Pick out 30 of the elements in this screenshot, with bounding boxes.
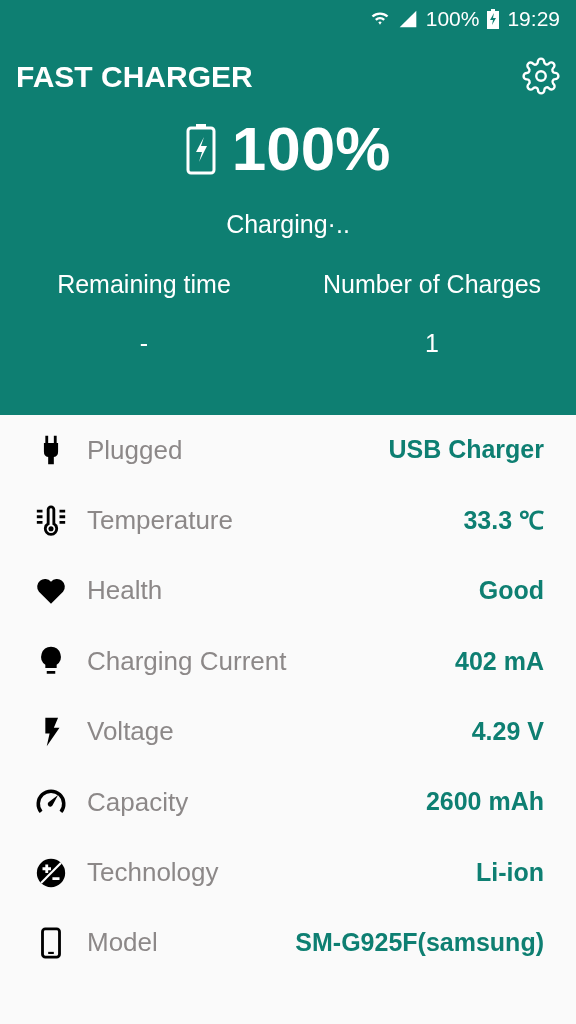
detail-label: Health xyxy=(87,574,163,608)
stat-value: - xyxy=(139,328,149,359)
charging-status: Charging·.. xyxy=(225,209,351,240)
battery-icon xyxy=(185,123,216,175)
detail-value: Li-ion xyxy=(475,856,544,888)
detail-label: Capacity xyxy=(87,785,189,819)
detail-label: Technology xyxy=(87,856,219,890)
detail-value: 402 mA xyxy=(455,645,544,677)
battery-charging-icon xyxy=(487,9,500,29)
detail-value: Good xyxy=(478,575,544,607)
settings-icon[interactable] xyxy=(522,57,560,95)
detail-value: SM-G925F(samsung) xyxy=(295,927,544,959)
detail-label: Model xyxy=(87,926,158,960)
detail-label: Voltage xyxy=(87,715,174,749)
detail-value: 33.3 ℃ xyxy=(463,504,544,536)
thermometer-icon xyxy=(34,503,68,538)
clock: 19:29 xyxy=(507,6,560,33)
detail-label: Charging Current xyxy=(87,644,287,678)
detail-value: 2600 mAh xyxy=(425,786,544,818)
stat-value: 1 xyxy=(425,328,439,359)
battery-percentage: 100% xyxy=(231,118,391,180)
stat-label: Number of Charges xyxy=(322,268,542,300)
detail-value: 4.29 V xyxy=(471,716,544,747)
app-title: FAST CHARGER xyxy=(16,58,253,95)
detail-value: USB Charger xyxy=(388,434,544,466)
detail-label: Temperature xyxy=(87,504,233,538)
detail-label: Plugged xyxy=(87,433,183,467)
signal-icon xyxy=(397,9,418,29)
stat-label: Remaining time xyxy=(57,268,231,300)
battery-percent: 100% xyxy=(425,6,480,33)
